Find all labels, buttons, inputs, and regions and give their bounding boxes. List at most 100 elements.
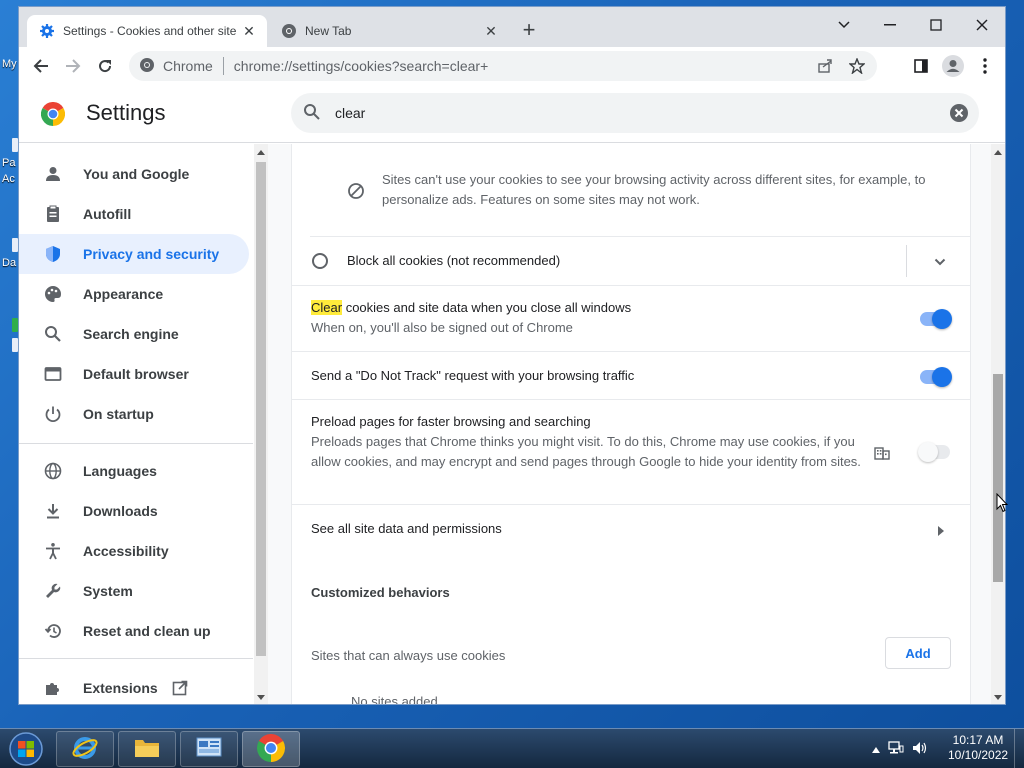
restore-icon (43, 621, 63, 641)
third-party-description-row: Sites can't use your cookies to see your… (292, 144, 970, 236)
desktop-icon-label[interactable]: My (2, 58, 17, 70)
scrollbar-thumb[interactable] (256, 162, 266, 656)
block-all-cookies-row[interactable]: Block all cookies (not recommended) (310, 236, 970, 285)
new-tab-button[interactable]: + (517, 19, 541, 43)
sidebar-item-privacy-and-security[interactable]: Privacy and security (19, 234, 249, 274)
desktop-icon-label[interactable]: Da (2, 257, 16, 269)
show-desktop-button[interactable] (1014, 729, 1024, 768)
preload-pages-description: Preloads pages that Chrome thinks you mi… (311, 434, 861, 469)
url-text[interactable]: chrome://settings/cookies?search=clear+ (234, 58, 488, 74)
scroll-up-arrow-icon[interactable] (257, 150, 265, 155)
maximize-button[interactable] (913, 11, 959, 39)
do-not-track-label: Send a "Do Not Track" request with your … (311, 368, 635, 383)
volume-icon[interactable] (912, 741, 928, 758)
sidebar-scrollbar[interactable] (254, 144, 268, 704)
scroll-up-arrow-icon[interactable] (994, 150, 1002, 155)
clear-on-close-row[interactable]: Clear cookies and site data when you clo… (292, 285, 970, 351)
sidebar-item-extensions[interactable]: Extensions (19, 668, 249, 704)
scroll-down-arrow-icon[interactable] (994, 695, 1002, 700)
accessibility-icon (43, 541, 63, 561)
search-icon (303, 103, 321, 124)
sidebar-item-label: Languages (83, 463, 157, 479)
scroll-down-arrow-icon[interactable] (257, 695, 265, 700)
download-icon (43, 501, 63, 521)
sidebar-item-on-startup[interactable]: On startup (19, 394, 249, 434)
sidebar-item-default-browser[interactable]: Default browser (19, 354, 249, 394)
settings-search-box (291, 93, 979, 133)
taskbar-control-panel[interactable] (180, 731, 238, 767)
block-all-cookies-radio[interactable] (312, 253, 328, 269)
clear-on-close-label: Clear cookies and site data when you clo… (311, 300, 631, 315)
sidebar-item-autofill[interactable]: Autofill (19, 194, 249, 234)
taskbar-file-explorer[interactable] (118, 731, 176, 767)
third-party-description: Sites can't use your cookies to see your… (382, 172, 926, 207)
close-tab-icon[interactable]: ✕ (241, 23, 257, 39)
enterprise-managed-icon[interactable] (874, 444, 890, 463)
see-all-site-data-row[interactable]: See all site data and permissions (292, 504, 970, 552)
see-all-site-data-label: See all site data and permissions (311, 521, 502, 536)
sidebar-item-label: Default browser (83, 366, 189, 382)
sidebar-item-label: System (83, 583, 133, 599)
menu-kebab-icon[interactable] (971, 52, 999, 80)
network-icon[interactable] (888, 740, 904, 758)
clear-search-icon[interactable] (949, 103, 969, 123)
tab-settings[interactable]: Settings - Cookies and other site ✕ (27, 15, 267, 47)
sidebar-item-accessibility[interactable]: Accessibility (19, 531, 249, 571)
desktop-icon-label[interactable]: Pa (2, 157, 15, 169)
preload-pages-toggle[interactable] (918, 442, 950, 462)
page-title: Settings (86, 100, 166, 125)
do-not-track-row[interactable]: Send a "Do Not Track" request with your … (292, 351, 970, 399)
expand-chevron-icon[interactable] (934, 254, 946, 269)
do-not-track-toggle[interactable] (920, 367, 952, 387)
taskbar-clock[interactable]: 10:17 AM 10/10/2022 (948, 733, 1008, 763)
sidebar-item-you-and-google[interactable]: You and Google (19, 154, 249, 194)
omnibox-chip-label: Chrome (163, 58, 213, 74)
bookmark-star-icon[interactable] (845, 54, 869, 78)
close-window-button[interactable] (959, 11, 1005, 39)
taskbar-internet-explorer[interactable] (56, 731, 114, 767)
content-scrollbar[interactable] (991, 144, 1005, 704)
internet-explorer-icon (71, 734, 99, 765)
close-tab-icon[interactable]: ✕ (483, 23, 499, 39)
sidebar-item-downloads[interactable]: Downloads (19, 491, 249, 531)
sidebar-divider (19, 658, 253, 659)
desktop-icon-label[interactable]: Ac (2, 173, 15, 185)
sidebar-item-languages[interactable]: Languages (19, 451, 249, 491)
profile-avatar[interactable] (939, 52, 967, 80)
row-divider (906, 245, 907, 277)
sidebar-item-label: You and Google (83, 166, 190, 182)
customized-behaviors-heading: Customized behaviors (311, 585, 450, 600)
sidebar-item-search-engine[interactable]: Search engine (19, 314, 249, 354)
taskbar: 10:17 AM 10/10/2022 (0, 728, 1024, 768)
clear-on-close-sublabel: When on, you'll also be signed out of Ch… (311, 320, 573, 335)
preload-pages-row[interactable]: Preload pages for faster browsing and se… (292, 399, 970, 504)
sidebar-item-appearance[interactable]: Appearance (19, 274, 249, 314)
tab-new-tab[interactable]: New Tab ✕ (269, 15, 509, 47)
scrollbar-thumb[interactable] (993, 374, 1003, 582)
block-all-cookies-label: Block all cookies (not recommended) (347, 253, 561, 268)
clear-on-close-toggle[interactable] (920, 309, 952, 329)
external-link-icon[interactable] (172, 680, 188, 696)
sidebar-divider (19, 443, 253, 444)
tab-search-icon[interactable] (821, 11, 867, 39)
palette-icon (43, 284, 63, 304)
sidebar-item-reset-and-clean-up[interactable]: Reset and clean up (19, 611, 249, 651)
minimize-button[interactable] (867, 11, 913, 39)
back-button[interactable] (27, 52, 55, 80)
shield-icon (43, 244, 63, 264)
share-icon[interactable] (813, 54, 837, 78)
search-icon (43, 324, 63, 344)
control-panel-icon (195, 736, 223, 763)
sidebar-item-system[interactable]: System (19, 571, 249, 611)
sidebar-item-label: Autofill (83, 206, 132, 222)
forward-button[interactable] (59, 52, 87, 80)
settings-search-input[interactable] (335, 101, 915, 125)
taskbar-chrome[interactable] (242, 731, 300, 767)
reload-button[interactable] (91, 52, 119, 80)
start-button[interactable] (4, 731, 48, 767)
always-allow-row: Sites that can always use cookies Add (292, 634, 970, 674)
side-panel-icon[interactable] (907, 52, 935, 80)
address-bar[interactable]: Chrome chrome://settings/cookies?search=… (129, 51, 877, 81)
show-hidden-icons-icon[interactable] (872, 742, 880, 756)
add-site-button[interactable]: Add (885, 637, 951, 669)
